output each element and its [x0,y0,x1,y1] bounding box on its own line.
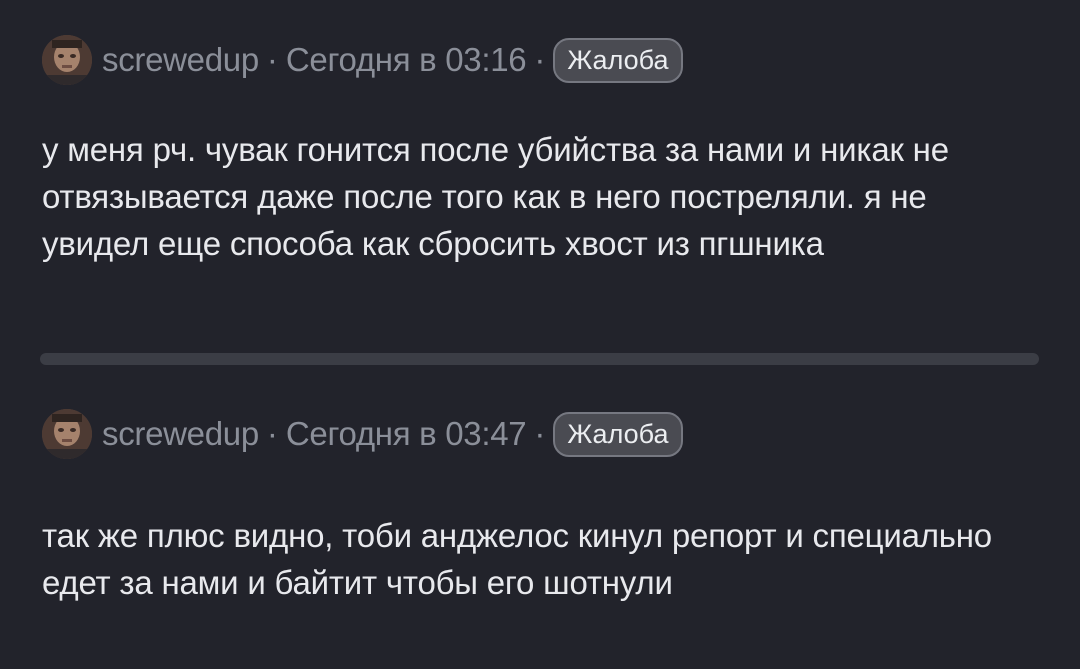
report-button[interactable]: Жалоба [553,37,683,83]
username[interactable]: screwedup [102,41,259,79]
post: screwedup · Сегодня в 03:47 · Жалоба так… [42,408,1042,606]
meta-separator: · [266,415,278,452]
timestamp[interactable]: Сегодня в 03:47 [286,415,527,453]
post-divider [40,353,1039,365]
post-meta: screwedup · Сегодня в 03:47 · Жалоба [42,408,1042,460]
avatar[interactable] [42,35,92,85]
report-button[interactable]: Жалоба [553,411,683,457]
meta-separator: · [534,415,546,452]
meta-separator: · [266,41,278,78]
post-meta: screwedup · Сегодня в 03:16 · Жалоба [42,34,1042,86]
message-text: у меня рч. чувак гонится после убийства … [42,131,949,262]
message-text: так же плюс видно, тоби анджелос кинул р… [42,517,992,601]
meta-separator: · [534,41,546,78]
post: screwedup · Сегодня в 03:16 · Жалоба у м… [42,34,1042,267]
timestamp[interactable]: Сегодня в 03:16 [286,41,527,79]
username[interactable]: screwedup [102,415,259,453]
avatar[interactable] [42,409,92,459]
